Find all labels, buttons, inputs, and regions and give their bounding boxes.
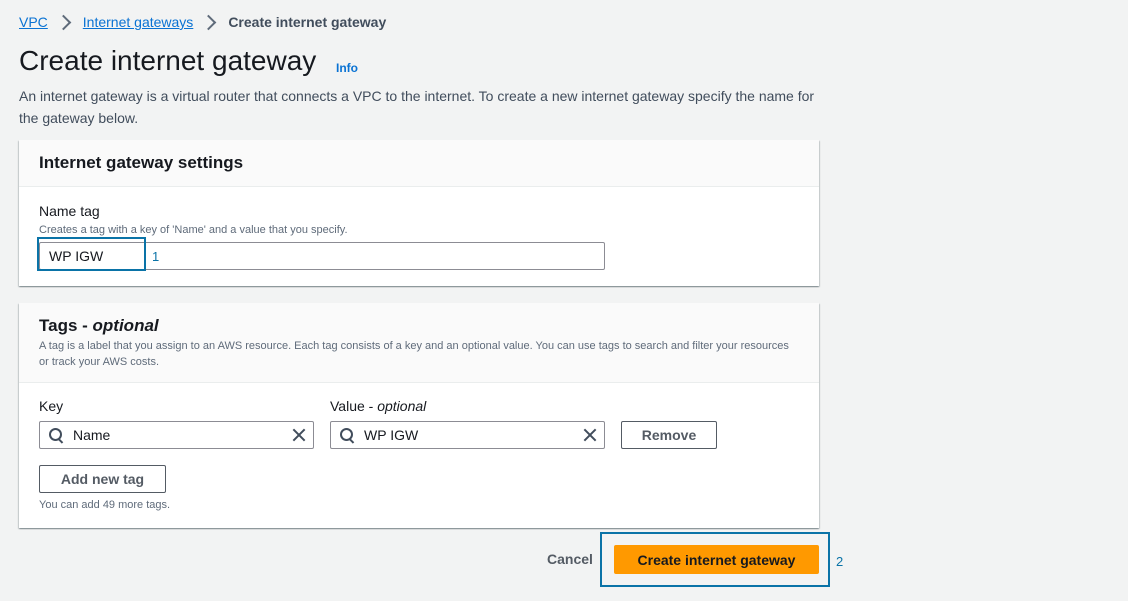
tag-key-label: Key <box>39 398 64 414</box>
name-tag-hint: Creates a tag with a key of 'Name' and a… <box>39 224 348 236</box>
breadcrumb-link-vpc[interactable]: VPC <box>19 14 48 30</box>
chevron-right-icon <box>55 14 72 30</box>
page-description: An internet gateway is a virtual router … <box>19 88 815 126</box>
tags-panel-header: Tags - optional A tag is a label that yo… <box>19 303 819 383</box>
breadcrumb-link-internet-gateways[interactable]: Internet gateways <box>83 14 194 30</box>
tags-description: A tag is a label that you assign to an A… <box>39 340 789 368</box>
name-tag-label: Name tag <box>39 203 100 219</box>
search-icon <box>49 428 64 444</box>
annotation-marker-2: 2 <box>836 554 844 569</box>
tags-heading-optional: optional <box>92 316 159 335</box>
tag-value-value: WP IGW <box>364 427 419 443</box>
clear-value-icon[interactable] <box>583 428 597 442</box>
settings-panel-header: Internet gateway settings <box>19 140 819 187</box>
tags-panel: Tags - optional A tag is a label that yo… <box>19 303 819 528</box>
clear-key-icon[interactable] <box>292 428 306 442</box>
tag-key-value: Name <box>73 427 111 443</box>
tag-value-input[interactable]: WP IGW <box>330 421 605 449</box>
tag-key-input[interactable]: Name <box>39 421 314 449</box>
add-new-tag-button[interactable]: Add new tag <box>39 465 166 493</box>
tag-value-label: Value - optional <box>330 398 426 414</box>
tags-heading-text: Tags - <box>39 316 93 335</box>
cancel-button[interactable]: Cancel <box>547 551 593 567</box>
tag-value-label-optional: optional <box>377 398 427 414</box>
info-link[interactable]: Info <box>336 61 358 75</box>
search-icon <box>340 428 355 444</box>
page-title: Create internet gateway <box>19 45 317 76</box>
breadcrumb: VPC Internet gateways Create internet ga… <box>19 14 386 30</box>
remove-tag-button[interactable]: Remove <box>621 421 717 449</box>
tag-value-label-text: Value - <box>330 398 378 414</box>
tags-heading: Tags - optional <box>39 316 159 336</box>
chevron-right-icon <box>201 14 217 30</box>
annotation-highlight-1 <box>37 237 146 271</box>
annotation-marker-1: 1 <box>152 249 160 264</box>
annotation-highlight-2 <box>600 532 830 587</box>
breadcrumb-current: Create internet gateway <box>228 14 387 30</box>
settings-heading: Internet gateway settings <box>39 153 244 172</box>
remaining-tags-hint: You can add 49 more tags. <box>39 499 171 511</box>
